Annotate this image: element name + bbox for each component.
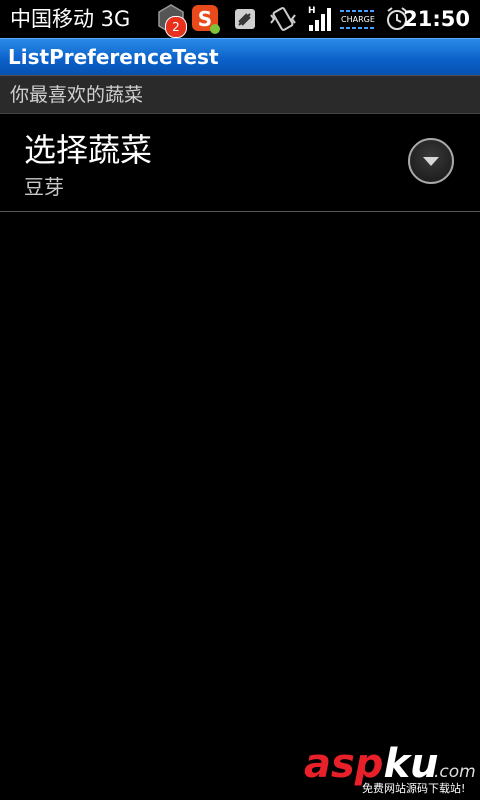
status-clock: 21:50 — [403, 7, 470, 31]
screen: 中国移动 3G 2 S H CHARGE 21:50 ListPreferenc… — [0, 0, 480, 800]
sogou-input-icon: S — [192, 5, 220, 34]
app-title: ListPreferenceTest — [8, 45, 219, 69]
carrier-label: 中国移动 3G — [10, 7, 131, 31]
watermark: aspku .com 免费网站源码下载站! — [304, 742, 476, 796]
battery-charge-icon: CHARGE — [340, 10, 376, 29]
dropdown-button[interactable] — [408, 138, 454, 184]
chevron-down-icon — [423, 157, 439, 166]
vibrate-icon — [270, 7, 296, 31]
watermark-subtitle: 免费网站源码下载站! — [362, 782, 466, 795]
list-preference-item[interactable]: 选择蔬菜 豆芽 — [0, 114, 480, 212]
notification-badge: 2 — [165, 16, 187, 38]
usb-icon — [235, 9, 255, 29]
status-bar: 中国移动 3G 2 S H CHARGE 21:50 — [0, 0, 480, 38]
preference-title: 选择蔬菜 — [24, 131, 153, 169]
preference-summary: 豆芽 — [24, 175, 64, 199]
category-title: 你最喜欢的蔬菜 — [10, 84, 144, 106]
svg-text:S: S — [198, 7, 212, 31]
svg-text:H: H — [308, 6, 316, 16]
list-divider — [0, 211, 480, 212]
title-bar: ListPreferenceTest — [0, 38, 480, 75]
svg-text:CHARGE: CHARGE — [341, 15, 375, 24]
preference-category-header: 你最喜欢的蔬菜 — [0, 75, 480, 114]
watermark-suffix: .com — [434, 762, 476, 782]
signal-icon: H — [308, 6, 331, 31]
